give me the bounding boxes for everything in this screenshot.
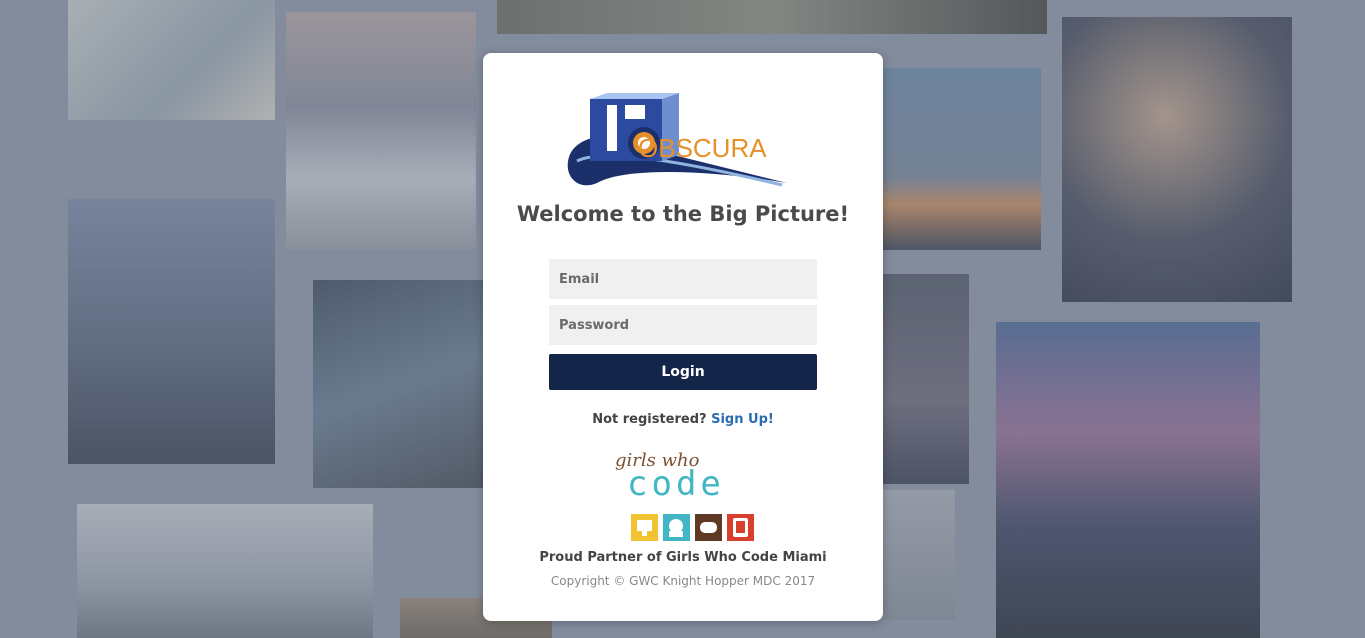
sign-up-link[interactable]: Sign Up! (711, 412, 774, 427)
register-prompt-text: Not registered? (592, 412, 707, 427)
password-field[interactable] (549, 305, 817, 345)
obscura-logo-text: OBSCURA (638, 133, 767, 163)
girls-who-code-logo: girls who code (611, 446, 761, 546)
partner-text: Proud Partner of Girls Who Code Miami (539, 550, 827, 565)
girls-who-code-icons (631, 514, 754, 541)
email-field[interactable] (549, 259, 817, 299)
copyright-text: Copyright © GWC Knight Hopper MDC 2017 (550, 574, 816, 588)
register-prompt: Not registered? Sign Up! (483, 412, 883, 427)
login-button[interactable]: Login (549, 354, 817, 390)
login-card: OBSCURA Welcome to the Big Picture! Logi… (483, 53, 883, 621)
page-title: Welcome to the Big Picture! (516, 202, 850, 226)
girls-who-code-code-text: code (627, 464, 725, 504)
